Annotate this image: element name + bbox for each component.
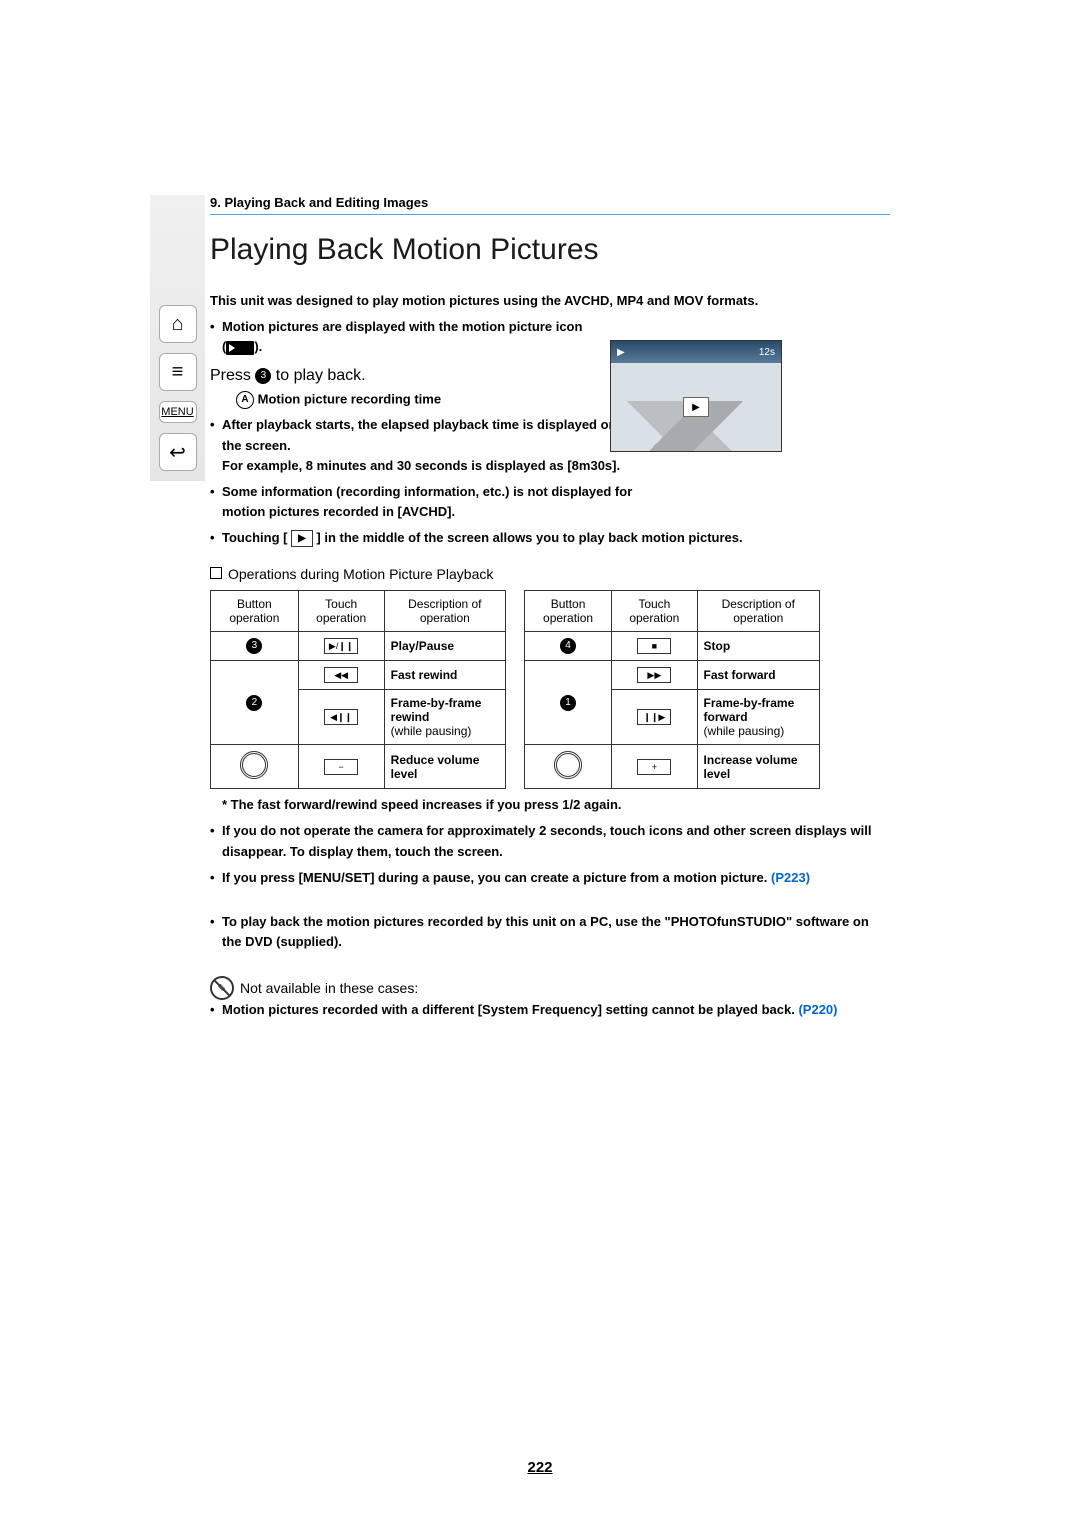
link-p220[interactable]: (P220) [798, 1002, 837, 1017]
menu-button[interactable]: MENU [159, 401, 197, 423]
not-available-text: Motion pictures recorded with a differen… [210, 1000, 890, 1020]
footnote-menuset: If you press [MENU/SET] during a pause, … [210, 868, 890, 888]
desc-fastforward: Fast forward [697, 661, 819, 690]
btn-down: 4 [560, 638, 576, 654]
th-desc-r: Description of operation [697, 591, 819, 632]
sidebar: ⌂ ≡ MENU ↩ [150, 195, 205, 481]
desc-fastrewind: Fast rewind [384, 661, 505, 690]
home-icon[interactable]: ⌂ [159, 305, 197, 343]
th-touch: Touch operation [298, 591, 384, 632]
btn-right: 1 [560, 695, 576, 711]
th-touch-r: Touch operation [612, 591, 697, 632]
play-icon-box: ▶ [291, 530, 313, 548]
intro-text: This unit was designed to play motion pi… [210, 291, 890, 311]
caption-a: A Motion picture recording time [236, 391, 890, 409]
desc-reducevol: Reduce volume level [384, 745, 505, 789]
touch-framerewind-icon: ◀❙❙ [324, 709, 358, 725]
back-icon[interactable]: ↩ [159, 433, 197, 471]
press-prefix: Press [210, 367, 255, 384]
caption-a-marker: A [236, 391, 254, 409]
icon-note: Motion pictures are displayed with the m… [210, 317, 890, 357]
touching-prefix: Touching [ [222, 530, 287, 545]
desc-stop: Stop [697, 632, 819, 661]
footnote-speed: * The fast forward/rewind speed increase… [222, 795, 890, 815]
icon-note-text: Motion pictures are displayed with the m… [222, 319, 582, 334]
touch-frameforward-icon: ❙❙▶ [637, 709, 671, 725]
after-playback-note: After playback starts, the elapsed playb… [210, 415, 622, 475]
desc-playpause: Play/Pause [384, 632, 505, 661]
dial-right-icon [554, 751, 582, 779]
not-available-heading-text: Not available in these cases: [240, 980, 418, 996]
dial-left-icon [240, 751, 268, 779]
not-available-icon: ✎ [210, 976, 234, 1000]
th-button-r: Button operation [525, 591, 612, 632]
operations-tables: Button operation Touch operation Descrip… [210, 590, 890, 789]
touch-stop-icon: ■ [637, 638, 671, 654]
info-not-displayed-note: Some information (recording information,… [210, 482, 652, 522]
page-title: Playing Back Motion Pictures [210, 233, 890, 267]
btn-left: 2 [246, 695, 262, 711]
touch-plus-icon: + [637, 759, 671, 775]
th-desc: Description of operation [384, 591, 505, 632]
screen-preview: ▶ 12s ▶ [610, 340, 782, 452]
caption-a-text: Motion picture recording time [258, 392, 441, 407]
divider [210, 214, 890, 215]
right-operations-table: Button operation Touch operation Descrip… [524, 590, 820, 789]
press-button-number: 3 [255, 368, 271, 384]
footnote-disappear: If you do not operate the camera for app… [210, 821, 890, 861]
content: 9. Playing Back and Editing Images Playi… [210, 195, 890, 1026]
page-number: 222 [0, 1459, 1080, 1476]
link-p223[interactable]: (P223) [771, 870, 810, 885]
preview-play-icon: ▶ [617, 347, 625, 358]
touch-minus-icon: − [324, 759, 358, 775]
touch-fastforward-icon: ▶▶ [637, 667, 671, 683]
after-playback-example: For example, 8 minutes and 30 seconds is… [222, 458, 620, 473]
motion-picture-icon [226, 341, 254, 355]
preview-topbar: ▶ 12s [611, 341, 781, 363]
touching-suffix: ] in the middle of the screen allows you… [316, 530, 742, 545]
square-bullet [210, 567, 222, 579]
chapter-label: 9. Playing Back and Editing Images [210, 195, 890, 210]
press-instruction: Press 3 to play back. [210, 367, 890, 385]
not-available-heading: ✎ Not available in these cases: [210, 976, 418, 1000]
operations-heading: Operations during Motion Picture Playbac… [210, 566, 890, 582]
preview-center-play-icon: ▶ [683, 397, 709, 417]
preview-time: 12s [759, 347, 775, 358]
footnote-pc: To play back the motion pictures recorde… [210, 912, 890, 952]
btn-up: 3 [246, 638, 262, 654]
page: ⌂ ≡ MENU ↩ 9. Playing Back and Editing I… [0, 0, 1080, 1526]
th-button: Button operation [211, 591, 299, 632]
touching-note: Touching [ ▶ ] in the middle of the scre… [210, 528, 890, 548]
press-suffix: to play back. [276, 367, 366, 384]
operations-heading-text: Operations during Motion Picture Playbac… [228, 566, 493, 582]
touch-fastrewind-icon: ◀◀ [324, 667, 358, 683]
desc-frameforward: Frame-by-frame forward(while pausing) [697, 690, 819, 745]
desc-framerewind: Frame-by-frame rewind(while pausing) [384, 690, 505, 745]
desc-increasevol: Increase volume level [697, 745, 819, 789]
after-playback-text: After playback starts, the elapsed playb… [222, 417, 616, 452]
list-icon[interactable]: ≡ [159, 353, 197, 391]
left-operations-table: Button operation Touch operation Descrip… [210, 590, 506, 789]
touch-playpause-icon: ▶/❙❙ [324, 638, 358, 654]
